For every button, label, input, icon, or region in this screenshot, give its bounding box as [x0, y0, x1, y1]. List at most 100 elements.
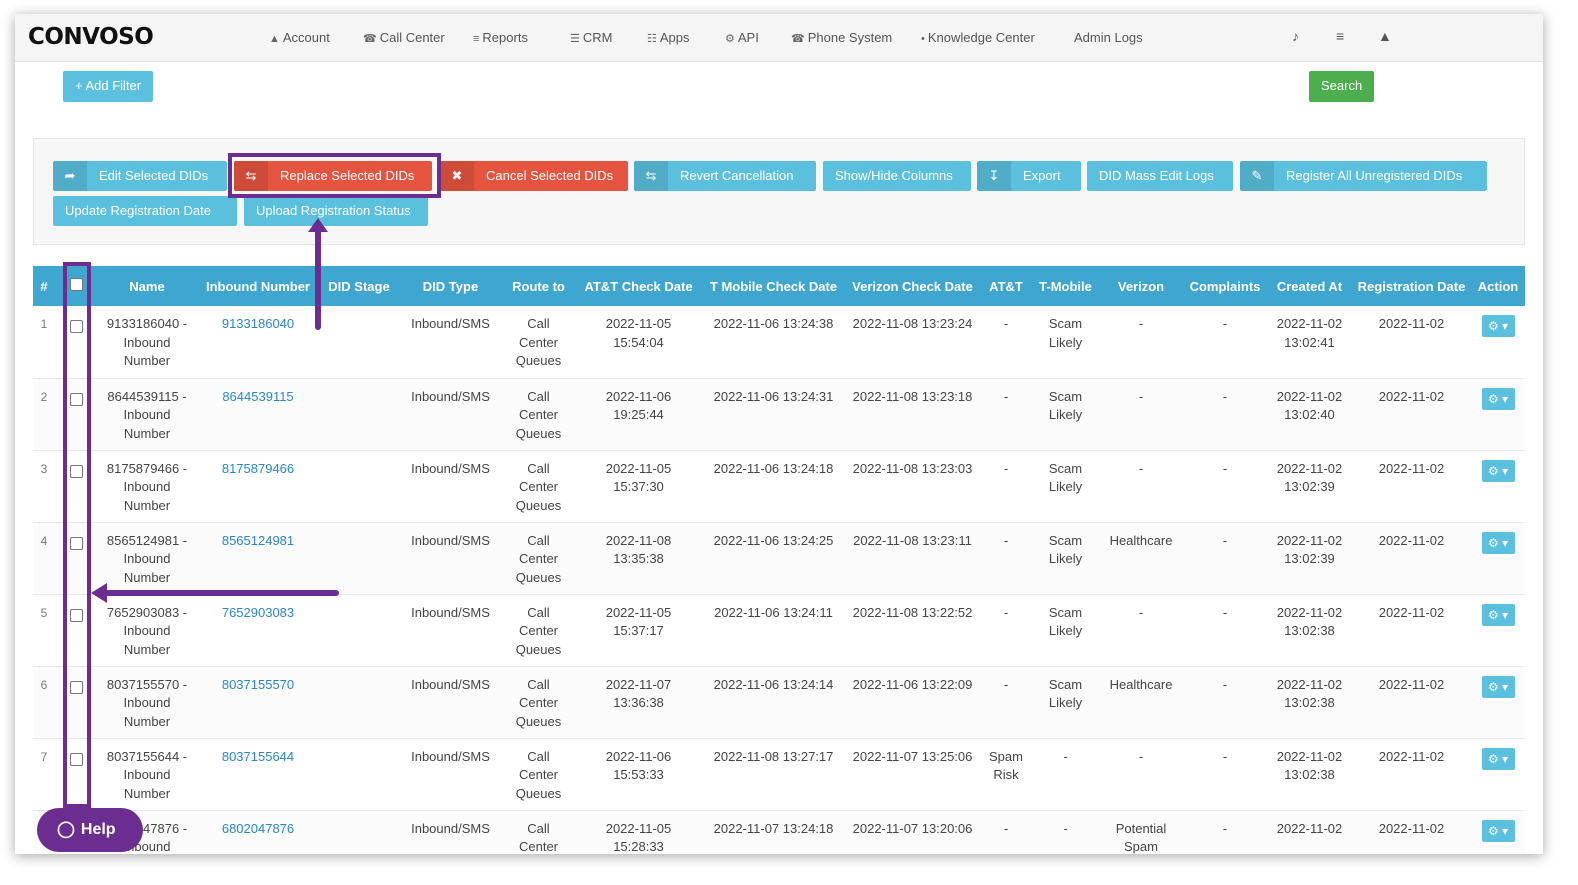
- action-cell: ⚙ ▾: [1471, 666, 1525, 739]
- created-at: 2022-11-02 13:02:38: [1267, 738, 1352, 811]
- action-cell: ⚙ ▾: [1471, 594, 1525, 667]
- column-header[interactable]: T Mobile Check Date: [702, 266, 845, 306]
- tmobile-status: Scam Likely: [1032, 522, 1099, 595]
- nav-item-crm[interactable]: ☰ CRM: [570, 30, 612, 45]
- registration-date: 2022-11-02: [1352, 810, 1471, 854]
- register-all-unregistered-dids-button[interactable]: ✎ Register All Unregistered DIDs: [1240, 161, 1487, 191]
- gear-dropdown-icon[interactable]: ⚙ ▾: [1481, 531, 1515, 554]
- gear-dropdown-icon[interactable]: ⚙ ▾: [1481, 387, 1515, 410]
- column-header[interactable]: Name: [97, 266, 197, 306]
- update-registration-date-button[interactable]: Update Registration Date: [53, 196, 237, 226]
- column-header[interactable]: Verizon: [1099, 266, 1183, 306]
- top-navbar: CONVOSO ▲ Account ☎ Call Center ≡ Reports ☰ CRM…: [15, 14, 1543, 62]
- verizon-status: -: [1099, 306, 1183, 379]
- column-header[interactable]: Action: [1471, 266, 1525, 306]
- inbound-number-link[interactable]: 8175879466: [197, 450, 319, 523]
- gear-dropdown-icon[interactable]: ⚙ ▾: [1481, 603, 1515, 626]
- nav-item-phone-system[interactable]: ☎ Phone System: [791, 30, 892, 45]
- column-header[interactable]: Verizon Check Date: [845, 266, 980, 306]
- column-header[interactable]: #: [33, 266, 55, 306]
- download-icon: ↧: [977, 161, 1011, 191]
- column-header[interactable]: Registration Date: [1352, 266, 1471, 306]
- column-header[interactable]: Complaints: [1183, 266, 1267, 306]
- inbound-number-link[interactable]: 8565124981: [197, 522, 319, 595]
- show-hide-columns-button[interactable]: Show/Hide Columns: [823, 161, 971, 191]
- nav-item-apps[interactable]: ☷ Apps: [647, 30, 690, 45]
- database-icon[interactable]: ≡: [1336, 28, 1344, 44]
- did-stage: [319, 738, 399, 811]
- column-header[interactable]: Created At: [1267, 266, 1352, 306]
- tmobile-status: Scam Likely: [1032, 594, 1099, 667]
- edit-selected-dids-button[interactable]: ➦ Edit Selected DIDs: [53, 161, 227, 191]
- revert-cancellation-button[interactable]: ⇆ Revert Cancellation: [634, 161, 816, 191]
- did-stage: [319, 666, 399, 739]
- gear-dropdown-icon[interactable]: ⚙ ▾: [1481, 459, 1515, 482]
- nav-item-reports[interactable]: ≡ Reports: [473, 30, 528, 45]
- table-row: 86802047876 - Inbound Number6802047876In…: [33, 810, 1525, 854]
- att-check-date: 2022-11-08 13:35:38: [575, 522, 702, 595]
- did-name: 8565124981 - Inbound Number: [97, 522, 197, 595]
- registration-date: 2022-11-02: [1352, 378, 1471, 451]
- route-to: Call Center Queues: [502, 738, 575, 811]
- table-row: 7 8037155644 - Inbound Number 8037155644 In…: [33, 738, 1525, 811]
- att-status: -: [980, 306, 1032, 379]
- created-at: 2022-11-02 13:02:39: [1267, 450, 1352, 523]
- inbound-number-link[interactable]: 7652903083: [197, 594, 319, 667]
- action-cell: ⚙ ▾: [1471, 378, 1525, 451]
- table-row: 2 8644539115 - Inbound Number 8644539115 In…: [33, 378, 1525, 451]
- action-cell: ⚙ ▾: [1471, 306, 1525, 379]
- nav-item-knowledge-center[interactable]: • Knowledge Center: [921, 30, 1035, 45]
- route-to: Call Center Queues: [502, 522, 575, 595]
- column-header[interactable]: Route to: [502, 266, 575, 306]
- column-header[interactable]: AT&T: [980, 266, 1032, 306]
- did-name: 8644539115 - Inbound Number: [97, 378, 197, 451]
- user-icon[interactable]: ▲: [1378, 28, 1392, 44]
- gear-dropdown-icon[interactable]: ⚙ ▾: [1481, 747, 1515, 770]
- nav-item-account[interactable]: ▲ Account: [269, 30, 330, 45]
- gear-dropdown-icon[interactable]: ⚙ ▾: [1481, 675, 1515, 698]
- convoso-logo[interactable]: CONVOSO: [28, 24, 154, 50]
- did-stage: [319, 378, 399, 451]
- did-type: Inbound/SMS: [399, 666, 502, 739]
- verizon-status: -: [1099, 450, 1183, 523]
- table-row: 3 8175879466 - Inbound Number 8175879466 In…: [33, 450, 1525, 523]
- annotation-arrow-left: [103, 590, 339, 596]
- verizon-status: Healthcare: [1099, 522, 1183, 595]
- column-header[interactable]: AT&T Check Date: [575, 266, 702, 306]
- search-button[interactable]: Search: [1309, 71, 1375, 102]
- did-name: 8175879466 - Inbound Number: [97, 450, 197, 523]
- nav-item-api[interactable]: ⚙ API: [725, 30, 759, 45]
- did-mass-edit-logs-button[interactable]: DID Mass Edit Logs: [1087, 161, 1233, 191]
- inbound-number-link[interactable]: 6802047876: [197, 810, 319, 854]
- column-header[interactable]: Inbound Number: [197, 266, 319, 306]
- cancel-selected-dids-button[interactable]: ✖ Cancel Selected DIDs: [440, 161, 628, 191]
- inbound-number-link[interactable]: 8644539115: [197, 378, 319, 451]
- row-number: 1: [33, 306, 55, 379]
- att-check-date: 2022-11-05 15:28:33: [575, 810, 702, 854]
- column-header[interactable]: T-Mobile: [1032, 266, 1099, 306]
- tmobile-status: -: [1032, 738, 1099, 811]
- gear-dropdown-icon[interactable]: ⚙ ▾: [1481, 315, 1515, 337]
- att-status: -: [980, 594, 1032, 667]
- upload-registration-status-button[interactable]: Upload Registration Status: [244, 196, 428, 226]
- edit-icon: ✎: [1240, 161, 1274, 191]
- bell-icon[interactable]: ♪: [1292, 28, 1299, 44]
- nav-item-call-center[interactable]: ☎ Call Center: [363, 30, 445, 45]
- did-type: Inbound/SMS: [399, 306, 502, 379]
- add-filter-button[interactable]: + Add Filter: [63, 71, 154, 102]
- column-header[interactable]: DID Stage: [319, 266, 399, 306]
- help-button[interactable]: ◯ Help: [37, 808, 143, 852]
- inbound-number-link[interactable]: 9133186040: [197, 306, 319, 379]
- export-button[interactable]: ↧ Export: [977, 161, 1081, 191]
- verizon-check-date: 2022-11-08 13:23:24: [845, 306, 980, 379]
- nav-item-admin-logs[interactable]: Admin Logs: [1074, 30, 1143, 45]
- table-row: 6 8037155570 - Inbound Number 8037155570 In…: [33, 666, 1525, 739]
- inbound-number-link[interactable]: 8037155644: [197, 738, 319, 811]
- app-window: CONVOSO ▲ Account ☎ Call Center ≡ Reports ☰ CRM…: [15, 14, 1543, 854]
- tmobile-status: Scam Likely: [1032, 378, 1099, 451]
- column-header[interactable]: DID Type: [399, 266, 502, 306]
- gear-dropdown-icon[interactable]: ⚙ ▾: [1481, 819, 1515, 842]
- inbound-number-link[interactable]: 8037155570: [197, 666, 319, 739]
- tmobile-check-date: 2022-11-06 13:24:31: [702, 378, 845, 451]
- tmobile-check-date: 2022-11-06 13:24:38: [702, 306, 845, 379]
